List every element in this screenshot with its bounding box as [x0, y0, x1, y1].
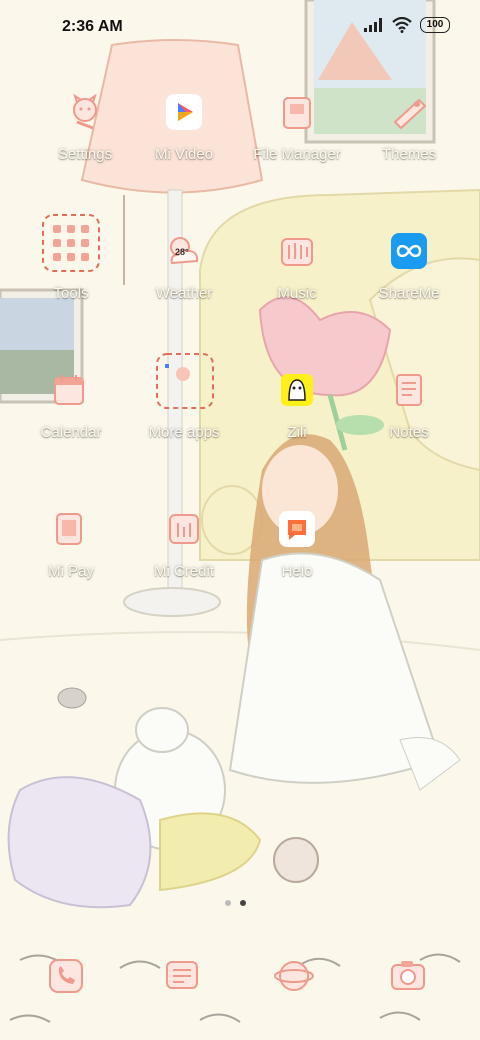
app-label: Music [277, 285, 317, 302]
tools-folder-icon [42, 214, 100, 272]
app-label: Helo [281, 563, 313, 580]
status-time: 2:36 AM [62, 18, 123, 35]
app-helo[interactable]: Helo [242, 501, 352, 601]
browser-icon[interactable] [274, 956, 314, 996]
messages-icon[interactable] [162, 956, 202, 996]
zili-icon [281, 374, 313, 406]
app-label: Zili [287, 424, 307, 441]
file-manager-icon [283, 97, 311, 129]
app-mi-video[interactable]: Mi Video [129, 84, 239, 184]
app-label: Weather [155, 285, 213, 302]
app-more-apps[interactable]: More apps [129, 353, 239, 462]
themes-icon [393, 98, 427, 130]
app-themes[interactable]: Themes [354, 84, 464, 184]
battery-level: 100 [426, 19, 444, 30]
camera-icon[interactable] [388, 956, 428, 996]
status-icons: 100 [364, 17, 450, 33]
notes-icon [396, 374, 422, 406]
app-label: Notes [389, 424, 429, 441]
app-label: Tools [53, 285, 89, 302]
weather-temperature: 28° [175, 247, 189, 257]
app-settings[interactable]: Settings [30, 84, 140, 184]
app-label: Mi Pay [48, 563, 94, 580]
app-tools[interactable]: Tools [17, 214, 127, 323]
helo-icon [279, 511, 315, 547]
mi-video-icon [166, 94, 202, 130]
battery-icon: 100 [420, 17, 450, 33]
shareme-icon [391, 233, 427, 269]
phone-icon[interactable] [46, 956, 86, 996]
app-zili[interactable]: Zili [242, 362, 352, 462]
app-calendar[interactable]: Calendar [17, 362, 127, 462]
mi-credit-icon [169, 514, 199, 544]
app-label: Settings [57, 146, 113, 163]
page-dot-1[interactable] [225, 900, 231, 906]
app-mi-pay[interactable]: Mi Pay [17, 501, 127, 601]
wifi-icon [392, 17, 412, 33]
app-notes[interactable]: Notes [354, 362, 464, 462]
app-label: Mi Credit [153, 563, 214, 580]
app-label: Mi Video [154, 146, 214, 163]
app-label: File Manager [253, 146, 341, 163]
app-weather[interactable]: 28° Weather [129, 223, 239, 323]
app-label: Calendar [40, 424, 102, 441]
app-mi-credit[interactable]: Mi Credit [129, 501, 239, 601]
app-shareme[interactable]: ShareMe [354, 223, 464, 323]
signal-icon [364, 18, 382, 32]
music-icon [281, 238, 313, 266]
settings-icon [73, 94, 97, 130]
app-file-manager[interactable]: File Manager [242, 84, 352, 184]
app-label: More apps [148, 424, 220, 441]
mi-pay-icon [56, 513, 82, 545]
more-apps-folder-icon [156, 353, 214, 409]
status-bar: 2:36 AM 100 [0, 0, 480, 56]
app-music[interactable]: Music [242, 223, 352, 323]
page-dot-2[interactable] [240, 900, 246, 906]
calendar-icon [54, 375, 84, 405]
app-label: Themes [381, 146, 437, 163]
app-label: ShareMe [378, 285, 440, 302]
page-indicator [225, 900, 246, 906]
